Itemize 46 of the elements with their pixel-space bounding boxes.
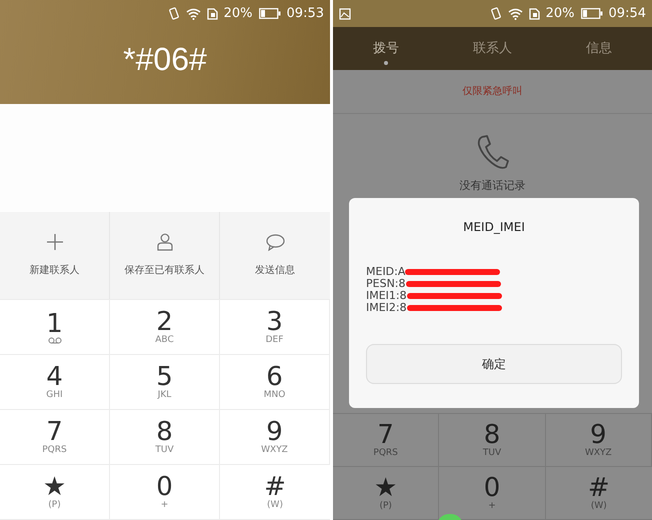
dial-key[interactable]: 1 bbox=[0, 300, 110, 355]
no-call-log-text: 没有通话记录 bbox=[460, 178, 526, 194]
confirm-button[interactable]: 确定 bbox=[366, 344, 622, 384]
battery-percent: 20% bbox=[546, 4, 575, 23]
battery-icon bbox=[258, 8, 281, 19]
plus-icon bbox=[46, 233, 64, 251]
device-id-text: PESN:8 bbox=[366, 278, 406, 290]
wifi-icon bbox=[508, 8, 523, 20]
dial-key[interactable]: 0 + bbox=[110, 465, 220, 520]
person-icon bbox=[156, 233, 172, 251]
vibrate-icon bbox=[168, 7, 180, 20]
battery-percent: 20% bbox=[224, 4, 253, 23]
sim-icon bbox=[206, 8, 218, 20]
device-id-text: MEID:A bbox=[366, 266, 406, 278]
dial-key[interactable]: # (W) bbox=[546, 467, 652, 520]
dial-key[interactable]: 5 JKL bbox=[110, 355, 220, 410]
chat-icon bbox=[266, 234, 284, 250]
wifi-icon bbox=[186, 8, 201, 20]
dial-key[interactable]: 4 GHI bbox=[0, 355, 110, 410]
tab[interactable]: 信息 bbox=[546, 27, 652, 70]
sim-icon bbox=[528, 8, 540, 20]
phone-icon bbox=[476, 134, 510, 170]
emergency-notice: 仅限紧急呼叫 bbox=[462, 84, 522, 99]
dial-key[interactable]: 2 ABC bbox=[110, 300, 220, 355]
tab[interactable]: 联系人 bbox=[439, 27, 546, 70]
dialog-title: MEID_IMEI bbox=[463, 219, 525, 236]
battery-icon bbox=[580, 8, 603, 19]
device-id-text: IMEI2:8 bbox=[366, 302, 407, 314]
clock-time: 09:54 bbox=[608, 4, 646, 23]
vibrate-icon bbox=[490, 7, 502, 20]
image-icon bbox=[339, 8, 351, 20]
tab[interactable]: 拨号 bbox=[333, 27, 440, 70]
action-button[interactable]: 新建联系人 bbox=[0, 212, 110, 299]
voicemail-icon bbox=[48, 336, 62, 344]
dial-key[interactable]: ★ (P) bbox=[333, 467, 440, 520]
action-button[interactable]: 保存至已有联系人 bbox=[110, 212, 220, 299]
dialed-number: *#06# bbox=[123, 40, 207, 78]
dial-key[interactable]: 7 PQRS bbox=[0, 410, 110, 465]
dial-key[interactable]: 8 TUV bbox=[439, 414, 546, 467]
dial-key[interactable]: 7 PQRS bbox=[333, 414, 440, 467]
dial-key[interactable]: ★ (P) bbox=[0, 465, 110, 520]
dial-key[interactable]: 8 TUV bbox=[110, 410, 220, 465]
dial-key[interactable]: 9 WXYZ bbox=[546, 414, 652, 467]
action-button[interactable]: 发送信息 bbox=[220, 212, 330, 299]
clock-time: 09:53 bbox=[286, 4, 324, 23]
device-id-text: IMEI1:8 bbox=[366, 290, 407, 302]
